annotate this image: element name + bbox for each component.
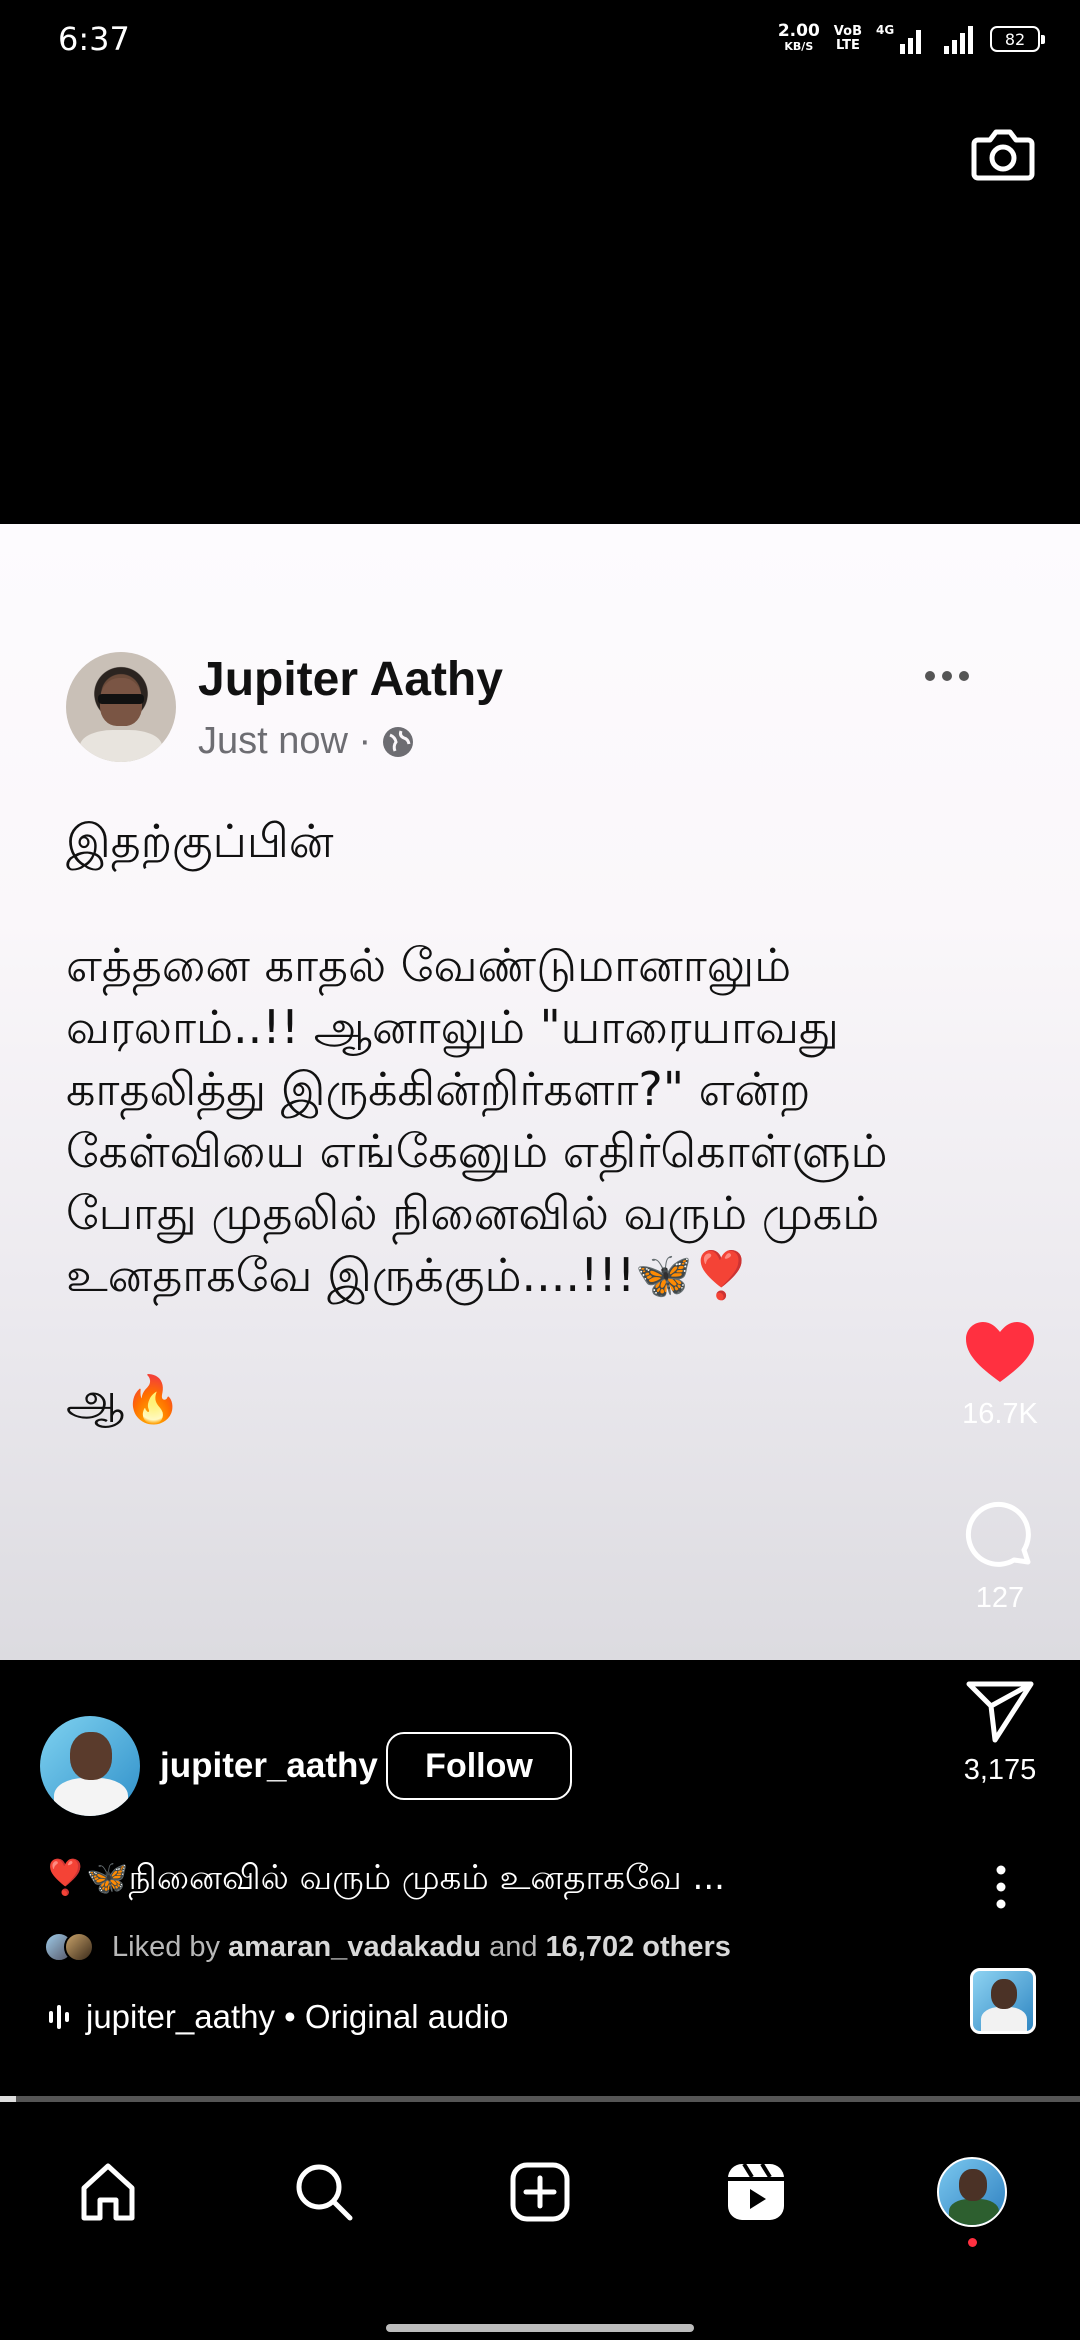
audio-label: jupiter_aathy • Original audio xyxy=(86,1998,509,2035)
signal-4g-icon: 4G xyxy=(876,23,921,54)
signal-icon xyxy=(944,26,973,54)
reel-caption[interactable]: ❣️🦋நினைவில் வரும் முகம் உனதாகவே ... xyxy=(44,1858,864,1902)
bottom-nav xyxy=(0,2112,1080,2272)
share-icon[interactable] xyxy=(965,1678,1035,1744)
reel-progress-fill xyxy=(0,2096,17,2102)
liked-by-user[interactable]: amaran_vadakadu xyxy=(228,1931,481,1964)
comment-button[interactable]: 127 xyxy=(920,1500,1080,1615)
audio-thumbnail[interactable] xyxy=(970,1968,1036,2034)
post-author-avatar xyxy=(66,652,176,762)
post-meta: Just now · xyxy=(198,720,415,763)
home-indicator[interactable] xyxy=(386,2324,694,2332)
search-icon[interactable] xyxy=(292,2160,356,2224)
post-body-text: இதற்குப்பின் எத்தனை காதல் வேண்டுமானாலும்… xyxy=(66,814,888,1426)
nav-create[interactable] xyxy=(480,2142,600,2242)
liked-by-row[interactable]: Liked by amaran_vadakadu and 16,702 othe… xyxy=(44,1930,739,1964)
share-count: 3,175 xyxy=(963,1754,1037,1786)
nav-home[interactable] xyxy=(48,2142,168,2242)
home-icon[interactable] xyxy=(76,2160,140,2224)
profile-avatar[interactable] xyxy=(937,2157,1007,2227)
reels-icon[interactable] xyxy=(724,2160,788,2224)
camera-icon[interactable] xyxy=(968,118,1038,188)
follow-button[interactable]: Follow xyxy=(386,1732,572,1800)
create-icon[interactable] xyxy=(508,2160,572,2224)
post-time: Just now · xyxy=(198,720,372,762)
reel-progress-bar[interactable] xyxy=(0,2096,1080,2102)
status-icons: 2.00 KB/S VoB LTE 4G 82 xyxy=(777,21,1045,56)
heart-icon[interactable] xyxy=(964,1320,1036,1386)
reel-author-username[interactable]: jupiter_aathy xyxy=(160,1746,378,1786)
post-card[interactable]: Jupiter Aathy Just now · இதற்குப்பின் எத… xyxy=(0,524,1080,1660)
share-button[interactable]: 3,175 xyxy=(920,1678,1080,1787)
battery-indicator: 82 xyxy=(990,26,1045,52)
notification-dot xyxy=(968,2238,977,2247)
post-author-name: Jupiter Aathy xyxy=(198,653,503,706)
more-options-icon[interactable] xyxy=(986,1862,1016,1912)
like-count: 16.7K xyxy=(962,1398,1038,1430)
audio-bars-icon xyxy=(49,2005,69,2029)
audio-row[interactable]: jupiter_aathy • Original audio xyxy=(48,1998,508,2036)
liked-by-prefix: Liked by xyxy=(112,1930,221,1963)
liked-by-avatars xyxy=(44,1930,100,1964)
svg-text:4G: 4G xyxy=(876,23,894,37)
liked-by-others[interactable]: 16,702 others xyxy=(546,1931,731,1964)
reel-author-avatar[interactable] xyxy=(40,1716,140,1816)
more-icon xyxy=(925,671,969,681)
volte-indicator: VoB LTE xyxy=(833,24,862,53)
nav-profile[interactable] xyxy=(912,2142,1032,2247)
comment-icon[interactable] xyxy=(964,1500,1036,1572)
nav-search[interactable] xyxy=(264,2142,384,2242)
like-button[interactable]: 16.7K xyxy=(920,1320,1080,1431)
status-bar: 6:37 2.00 KB/S VoB LTE 4G 82 xyxy=(0,0,1080,80)
comment-count: 127 xyxy=(975,1582,1025,1614)
network-speed: 2.00 KB/S xyxy=(777,21,820,54)
liked-by-and: and xyxy=(489,1930,538,1963)
globe-icon xyxy=(383,726,414,757)
nav-reels[interactable] xyxy=(696,2142,816,2242)
status-time: 6:37 xyxy=(58,20,130,58)
